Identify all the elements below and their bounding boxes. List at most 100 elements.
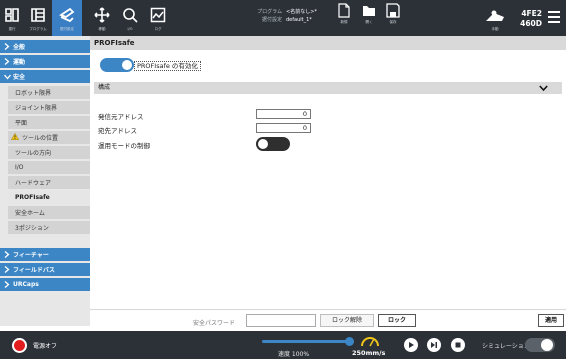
save-icon bbox=[386, 3, 400, 18]
operating-mode-label: 運用モードの制御 bbox=[98, 142, 150, 150]
source-address-input[interactable]: 0 bbox=[256, 109, 311, 119]
sidebar-item-safe-home[interactable]: 安全ホーム bbox=[8, 206, 90, 220]
unlock-button[interactable]: ロック解除 bbox=[320, 314, 374, 327]
program-name: <名前なし>* bbox=[286, 9, 317, 15]
installation-tab-label: 据付設定 bbox=[60, 26, 74, 31]
sidebar-item-fieldbus[interactable]: フィールドバス bbox=[0, 263, 90, 277]
chevron-right-icon bbox=[3, 43, 11, 50]
profisafe-enable-label: PROFIsafe の有効化 bbox=[134, 61, 201, 71]
open-label: 開く bbox=[365, 20, 373, 24]
new-file-icon bbox=[338, 3, 350, 18]
apply-button[interactable]: 適用 bbox=[538, 314, 564, 327]
move-tab[interactable]: 移動 bbox=[90, 0, 114, 36]
sidebar-item-label: ツールの位置 bbox=[22, 135, 59, 142]
installation-tab[interactable]: 据付設定 bbox=[52, 0, 82, 36]
power-status-label: 電源オフ bbox=[33, 343, 58, 350]
save-button[interactable]: 保存 bbox=[386, 3, 400, 25]
sidebar-item-io[interactable]: I/O bbox=[8, 161, 90, 175]
hamburger-icon bbox=[548, 11, 560, 23]
step-button[interactable] bbox=[427, 338, 441, 352]
sidebar-item-label: ツールの方向 bbox=[15, 150, 52, 157]
sidebar-item-label: 全般 bbox=[13, 44, 26, 51]
chevron-right-icon bbox=[3, 251, 11, 258]
power-button[interactable] bbox=[12, 338, 27, 353]
sidebar-item-features[interactable]: フィーチャー bbox=[0, 248, 90, 262]
log-tab[interactable]: ログ bbox=[146, 0, 170, 36]
sidebar-item-robot-limits[interactable]: ロボット限界 bbox=[8, 86, 90, 100]
operating-mode-toggle[interactable] bbox=[256, 137, 290, 151]
sidebar-item-label: 平面 bbox=[15, 120, 28, 127]
sidebar-item-tool-direction[interactable]: ツールの方向 bbox=[8, 146, 90, 160]
robot-icon bbox=[486, 10, 504, 21]
program-icon bbox=[28, 5, 48, 25]
target-address-input[interactable]: 0 bbox=[256, 123, 311, 133]
toggle-knob bbox=[541, 339, 553, 351]
hamburger-menu-button[interactable] bbox=[547, 10, 561, 26]
speed-slider-handle[interactable] bbox=[345, 337, 354, 346]
source-address-label: 発信元アドレス bbox=[98, 113, 144, 121]
tool-speed-value: 250mm/s bbox=[352, 349, 386, 357]
program-tab[interactable]: プログラム bbox=[24, 0, 52, 36]
chevron-right-icon bbox=[3, 281, 11, 288]
target-address-label: 宛先アドレス bbox=[98, 127, 137, 135]
sidebar-item-profisafe[interactable]: PROFIsafe bbox=[8, 191, 90, 205]
sidebar-item-label: PROFIsafe bbox=[15, 194, 50, 201]
sidebar-item-label: ハードウェア bbox=[15, 180, 52, 187]
serial-line-1: 4FE2 bbox=[521, 9, 542, 18]
open-button[interactable]: 開く bbox=[362, 3, 376, 25]
new-label: 新規 bbox=[340, 20, 348, 24]
main-panel: PROFIsafe PROFIsafe の有効化 構成 発信元アドレス 0 宛先… bbox=[90, 36, 566, 326]
sidebar-item-general[interactable]: 全般 bbox=[0, 40, 90, 54]
toggle-knob bbox=[258, 139, 268, 149]
sidebar-item-tool-position[interactable]: ツールの位置 bbox=[8, 131, 90, 145]
installation-icon bbox=[57, 5, 77, 25]
stop-icon bbox=[455, 342, 461, 348]
log-tab-label: ログ bbox=[154, 26, 162, 31]
speed-slider[interactable] bbox=[262, 337, 354, 346]
manual-label: 手動 bbox=[491, 27, 499, 31]
log-icon bbox=[148, 5, 168, 25]
new-button[interactable]: 新規 bbox=[338, 3, 350, 25]
play-icon bbox=[409, 342, 414, 348]
sidebar-item-three-position[interactable]: 3ポジション bbox=[8, 221, 90, 235]
program-tab-label: プログラム bbox=[29, 26, 47, 31]
chevron-right-icon bbox=[3, 266, 11, 273]
page-title: PROFIsafe bbox=[90, 36, 566, 50]
sidebar-item-joint-limits[interactable]: ジョイント限界 bbox=[8, 101, 90, 115]
sidebar-item-hardware[interactable]: ハードウェア bbox=[8, 176, 90, 190]
sidebar-item-safety[interactable]: 安全 bbox=[0, 70, 90, 84]
sidebar-item-label: フィールドバス bbox=[13, 267, 55, 274]
lock-button[interactable]: ロック bbox=[378, 314, 416, 327]
play-button[interactable] bbox=[404, 338, 418, 352]
run-tab-label: 運行 bbox=[8, 26, 16, 31]
toggle-knob bbox=[122, 60, 132, 70]
program-label: プログラム bbox=[257, 9, 282, 15]
serial-number: 4FE2 460D bbox=[520, 9, 542, 29]
run-tab[interactable]: 運行 bbox=[0, 0, 24, 36]
stop-button[interactable] bbox=[451, 338, 465, 352]
serial-line-2: 460D bbox=[520, 19, 542, 28]
io-tab[interactable]: I/O bbox=[118, 0, 142, 36]
footer-bar: 電源オフ 速度 100% 250mm/s シミュレーション bbox=[0, 331, 566, 359]
config-section-title: 構成 bbox=[98, 84, 111, 91]
sidebar-item-urcaps[interactable]: URCaps bbox=[0, 278, 90, 292]
config-section-header[interactable]: 構成 bbox=[94, 82, 562, 94]
warning-icon bbox=[10, 132, 20, 142]
sidebar-item-label: I/O bbox=[15, 164, 24, 171]
simulation-toggle[interactable] bbox=[525, 338, 555, 352]
manual-mode-button[interactable]: 手動 bbox=[484, 9, 506, 32]
step-icon bbox=[431, 342, 437, 348]
safety-password-input[interactable] bbox=[246, 314, 316, 327]
folder-icon bbox=[363, 6, 375, 16]
sidebar-item-motion[interactable]: 運動 bbox=[0, 55, 90, 69]
divider bbox=[90, 309, 566, 310]
chevron-right-icon bbox=[3, 58, 11, 65]
sidebar-item-label: 安全 bbox=[13, 74, 26, 81]
profisafe-enable-toggle[interactable] bbox=[100, 58, 134, 72]
move-tab-label: 移動 bbox=[98, 26, 106, 31]
sidebar-item-label: ジョイント限界 bbox=[15, 105, 58, 112]
chevron-down-icon bbox=[3, 74, 11, 80]
installation-name: default_1* bbox=[286, 17, 312, 23]
chevron-down-icon bbox=[539, 82, 548, 99]
sidebar-item-planes[interactable]: 平面 bbox=[8, 116, 90, 130]
